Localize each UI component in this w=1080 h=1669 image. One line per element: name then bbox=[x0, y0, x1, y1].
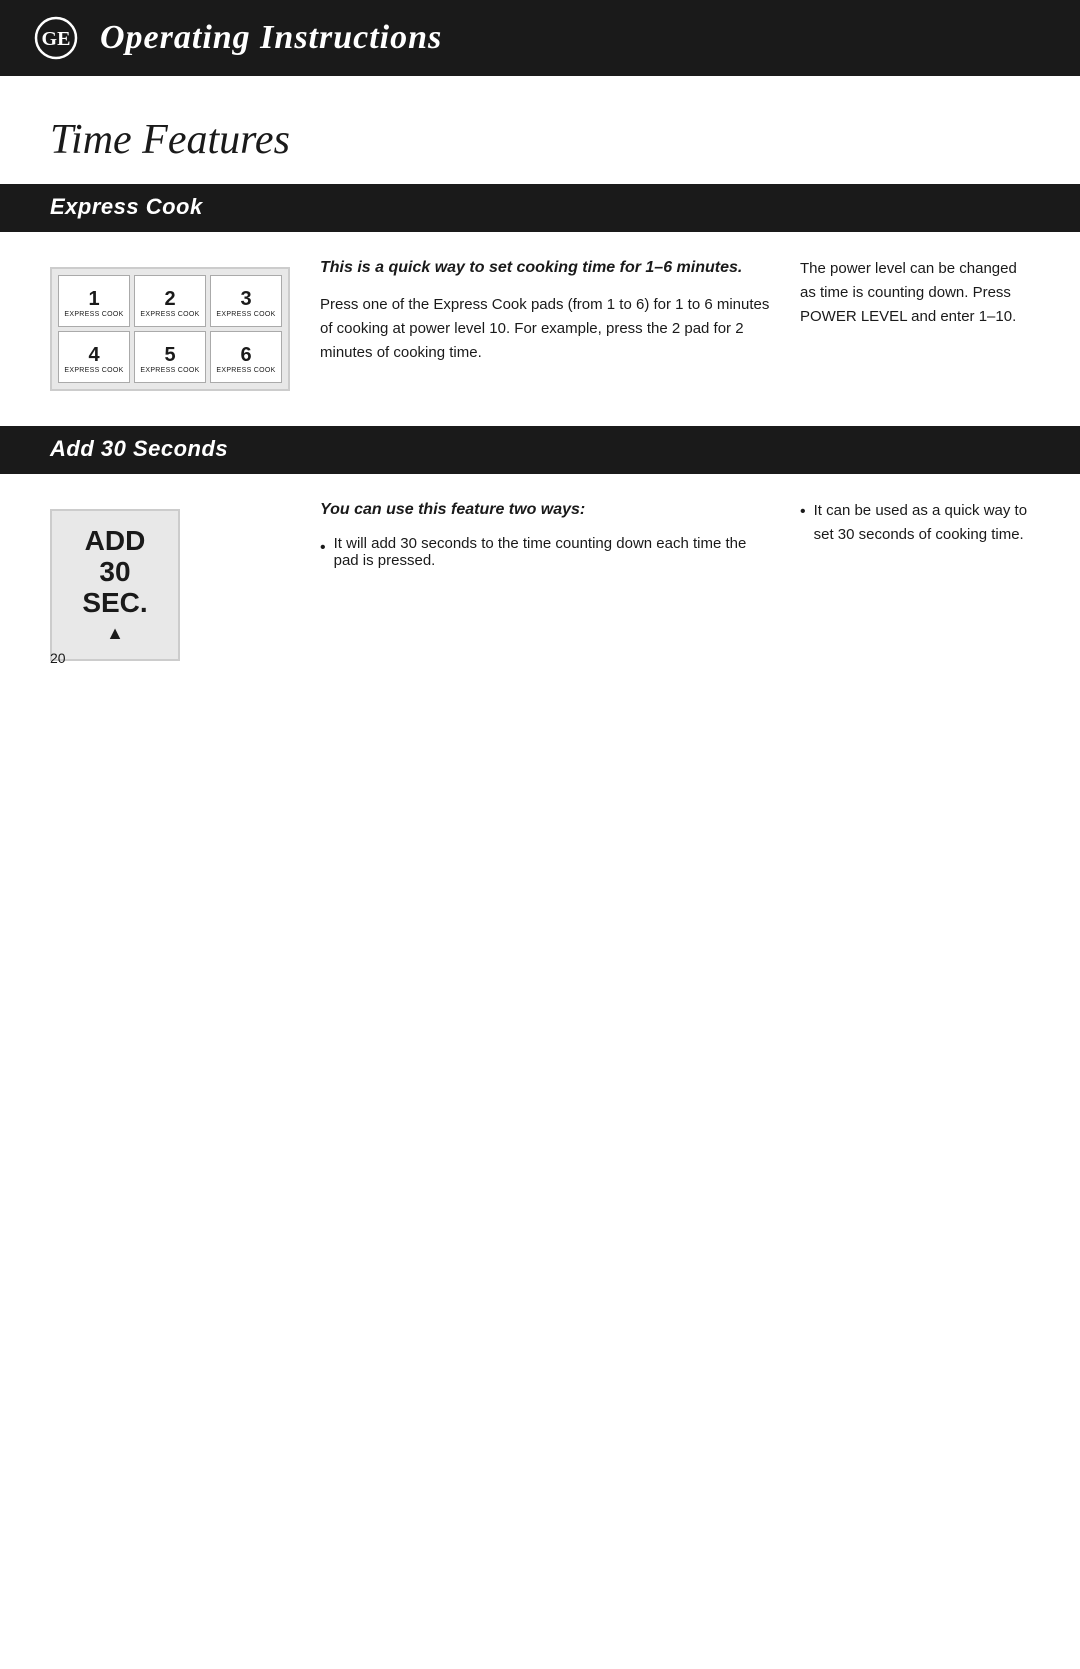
add30-bullet2-text: It can be used as a quick way to set 30 … bbox=[814, 499, 1030, 547]
add30-key: ADD30 SEC. ▲ bbox=[50, 509, 180, 661]
add30-bullet1: • It will add 30 seconds to the time cou… bbox=[320, 535, 770, 569]
pad-key-6: 6 EXPRESS COOK bbox=[210, 331, 282, 383]
pad-key-1-number: 1 bbox=[88, 289, 99, 309]
pad-key-4-label: EXPRESS COOK bbox=[64, 367, 123, 374]
express-cook-content: 1 EXPRESS COOK 2 EXPRESS COOK 3 EXPRESS … bbox=[0, 232, 1080, 426]
express-cook-middle-text: This is a quick way to set cooking time … bbox=[320, 257, 770, 391]
bullet-dot-1: • bbox=[320, 535, 326, 561]
pad-key-5-number: 5 bbox=[164, 345, 175, 365]
express-cook-title: Express Cook bbox=[50, 194, 203, 219]
pad-key-3-label: EXPRESS COOK bbox=[216, 311, 275, 318]
add30-middle-text: You can use this feature two ways: • It … bbox=[320, 499, 770, 661]
pad-key-5-label: EXPRESS COOK bbox=[140, 367, 199, 374]
express-cook-pad-area: 1 EXPRESS COOK 2 EXPRESS COOK 3 EXPRESS … bbox=[50, 267, 290, 391]
pad-key-3-number: 3 bbox=[240, 289, 251, 309]
pad-key-3: 3 EXPRESS COOK bbox=[210, 275, 282, 327]
add30-section: Add 30 Seconds ADD30 SEC. ▲ You can use … bbox=[0, 426, 1080, 696]
pad-key-1-label: EXPRESS COOK bbox=[64, 311, 123, 318]
express-cook-intro: This is a quick way to set cooking time … bbox=[320, 257, 770, 279]
express-cook-header: Express Cook bbox=[0, 184, 1080, 230]
express-cook-right-text: The power level can be changed as time i… bbox=[800, 257, 1030, 391]
pad-key-4-number: 4 bbox=[88, 345, 99, 365]
pad-key-5: 5 EXPRESS COOK bbox=[134, 331, 206, 383]
express-cook-pad-grid: 1 EXPRESS COOK 2 EXPRESS COOK 3 EXPRESS … bbox=[50, 267, 290, 391]
express-cook-body-text: Press one of the Express Cook pads (from… bbox=[320, 293, 770, 365]
express-cook-body: Press one of the Express Cook pads (from… bbox=[320, 293, 770, 365]
add30-content: ADD30 SEC. ▲ You can use this feature tw… bbox=[0, 474, 1080, 696]
pad-key-1: 1 EXPRESS COOK bbox=[58, 275, 130, 327]
pad-key-4: 4 EXPRESS COOK bbox=[58, 331, 130, 383]
svg-text:GE: GE bbox=[42, 28, 71, 50]
express-cook-right-para: The power level can be changed as time i… bbox=[800, 257, 1030, 329]
add30-key-line1: ADD30 SEC. bbox=[72, 526, 158, 618]
pad-key-2: 2 EXPRESS COOK bbox=[134, 275, 206, 327]
pad-key-6-number: 6 bbox=[240, 345, 251, 365]
page-title: Time Features bbox=[0, 106, 1080, 184]
add30-right-text: • It can be used as a quick way to set 3… bbox=[800, 499, 1030, 661]
pad-key-2-label: EXPRESS COOK bbox=[140, 311, 199, 318]
add30-header: Add 30 Seconds bbox=[0, 426, 1080, 472]
header-bar: GE Operating Instructions bbox=[0, 0, 1080, 76]
bullet-dot-2: • bbox=[800, 499, 806, 525]
add30-pad-area: ADD30 SEC. ▲ bbox=[50, 509, 290, 661]
ge-logo-icon: GE bbox=[30, 12, 82, 64]
pad-key-6-label: EXPRESS COOK bbox=[216, 367, 275, 374]
add30-key-arrow-icon: ▲ bbox=[106, 623, 124, 644]
header-title: Operating Instructions bbox=[100, 19, 442, 57]
express-cook-section: Express Cook 1 EXPRESS COOK 2 EXPRESS CO… bbox=[0, 184, 1080, 426]
add30-title: Add 30 Seconds bbox=[50, 436, 228, 461]
pad-key-2-number: 2 bbox=[164, 289, 175, 309]
add30-bullet1-text: It will add 30 seconds to the time count… bbox=[334, 535, 770, 569]
add30-intro: You can use this feature two ways: bbox=[320, 499, 770, 521]
page-number: 20 bbox=[50, 650, 66, 666]
page-wrapper: GE Operating Instructions Time Features … bbox=[0, 0, 1080, 696]
add30-bullet2: • It can be used as a quick way to set 3… bbox=[800, 499, 1030, 547]
